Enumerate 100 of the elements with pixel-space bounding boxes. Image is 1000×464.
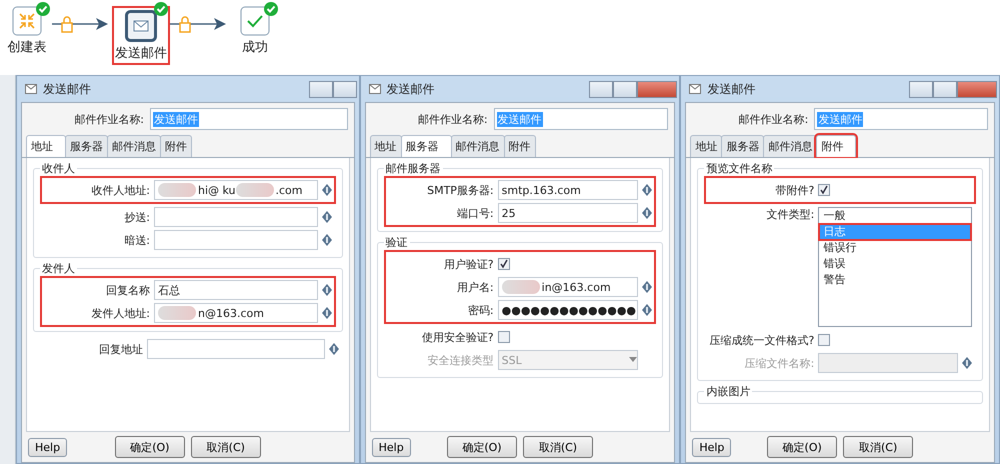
input-field[interactable]: 25 — [498, 203, 638, 223]
connector-arrow — [52, 18, 108, 30]
group-title: 发件人 — [40, 261, 77, 276]
dialog-button[interactable]: 取消(C) — [843, 436, 914, 458]
envelope-icon — [24, 84, 37, 94]
envelope-icon — [689, 84, 702, 94]
maximize-button[interactable] — [933, 80, 957, 98]
checkbox-label: 带附件? — [774, 182, 814, 198]
list-item[interactable]: 错误 — [819, 256, 971, 272]
variable-icon[interactable] — [328, 343, 339, 355]
dialog-button[interactable]: 确定(O) — [446, 436, 517, 458]
caret-icon — [629, 357, 638, 363]
envelope-icon[interactable] — [125, 10, 157, 42]
group-title: 验证 — [384, 235, 410, 250]
envelope-icon — [368, 84, 381, 94]
field-label: 抄送: — [123, 210, 150, 224]
file-type-list[interactable]: 一般 日志 错误行 错误 警告 — [818, 207, 972, 327]
help-button[interactable]: Help — [28, 438, 68, 456]
field-label: 回复名称 — [104, 282, 150, 298]
variable-icon[interactable] — [322, 184, 332, 196]
node-label: 创建表 — [8, 39, 46, 56]
tab[interactable]: 服务器 — [721, 135, 764, 157]
dialog-button[interactable]: 取消(C) — [522, 436, 593, 458]
variable-icon[interactable] — [322, 284, 332, 296]
input-field[interactable]: 石总 — [154, 280, 318, 300]
help-button[interactable]: Help — [372, 438, 411, 456]
list-item[interactable]: 一般 — [819, 208, 971, 224]
node-label: 发送邮件 — [115, 45, 167, 62]
checkbox[interactable] — [818, 184, 830, 196]
tab[interactable]: 附件 — [160, 135, 192, 157]
help-button[interactable]: Help — [692, 438, 732, 456]
tab[interactable]: 邮件消息 — [763, 135, 818, 157]
variable-icon[interactable] — [322, 234, 332, 246]
tab[interactable]: 地址 — [690, 135, 722, 157]
input-field[interactable]: n@163.com — [154, 303, 318, 323]
checkbox[interactable] — [498, 331, 510, 343]
list-item[interactable]: 错误行 — [819, 240, 971, 256]
input-field[interactable]: hi@ ku .com — [154, 180, 318, 200]
minimize-button[interactable] — [909, 80, 933, 98]
variable-icon[interactable] — [322, 211, 332, 223]
tab[interactable]: 邮件消息 — [450, 135, 505, 157]
variable-icon[interactable] — [642, 207, 652, 219]
field-label: 密码: — [466, 302, 494, 318]
input-field[interactable]: ●●●●●●●●●●●●●● — [498, 300, 638, 320]
input-field[interactable]: in@163.com — [498, 277, 638, 297]
close-button[interactable] — [637, 80, 678, 98]
minimize-button[interactable] — [589, 80, 614, 98]
field-label: 发件人地址: — [90, 306, 150, 320]
field-label: 收件人地址: — [90, 182, 150, 198]
group-title: 预览文件名称 — [704, 161, 774, 176]
field-label: 端口号: — [456, 206, 494, 220]
group-title: 内嵌图片 — [704, 384, 752, 399]
field-label: 压缩文件名称: — [744, 356, 814, 370]
field-label: 邮件作业名称: — [73, 112, 144, 126]
field-label: 邮件作业名称: — [738, 112, 808, 126]
node-label: 成功 — [242, 39, 268, 56]
input-field[interactable] — [154, 230, 318, 250]
list-item[interactable]: 警告 — [819, 272, 971, 288]
field-label: SMTP服务器: — [426, 182, 494, 198]
input-field[interactable] — [146, 339, 325, 359]
field-label: 暗送: — [123, 232, 150, 248]
variable-icon[interactable] — [642, 184, 652, 196]
dialog-button[interactable]: 确定(O) — [767, 436, 838, 458]
tab[interactable]: 附件 — [504, 135, 536, 157]
maximize-button[interactable] — [613, 80, 638, 98]
variable-icon[interactable] — [642, 304, 652, 316]
window-title: 发送邮件 — [707, 80, 756, 98]
maximize-button[interactable] — [332, 80, 357, 98]
minimize-button[interactable] — [308, 80, 333, 98]
tab[interactable]: 地址 — [26, 135, 66, 157]
field-label: 回复地址 — [98, 342, 143, 356]
dialog-button[interactable]: 确定(O) — [114, 436, 185, 458]
input-field[interactable]: smtp.163.com — [498, 180, 638, 200]
variable-icon[interactable] — [642, 281, 652, 293]
tab[interactable]: 服务器 — [400, 135, 452, 157]
checkbox[interactable] — [498, 258, 510, 270]
tab[interactable]: 附件 — [816, 135, 856, 157]
variable-icon[interactable] — [322, 307, 332, 319]
dialog-button[interactable]: 取消(C) — [190, 436, 261, 458]
variable-icon[interactable] — [962, 357, 972, 369]
checkbox[interactable] — [818, 334, 830, 346]
collapse-arrows-icon[interactable] — [12, 6, 42, 36]
field-label: 文件类型: — [766, 207, 814, 222]
lock-icon — [179, 16, 191, 33]
input-field[interactable] — [154, 207, 318, 227]
connector-arrow — [170, 18, 226, 30]
window-title: 发送邮件 — [386, 80, 435, 98]
field-label: 用户名: — [456, 280, 494, 294]
lock-icon — [61, 16, 73, 33]
group-title: 收件人 — [40, 161, 77, 176]
checkbox-label: 使用安全验证? — [420, 330, 494, 344]
checkmark-icon[interactable] — [240, 6, 270, 36]
checkbox-label: 压缩成统一文件格式? — [708, 332, 814, 348]
tab[interactable]: 邮件消息 — [106, 135, 161, 157]
window-title: 发送邮件 — [42, 80, 91, 98]
tab[interactable]: 地址 — [370, 135, 402, 157]
group-title: 邮件服务器 — [384, 161, 443, 176]
close-button[interactable] — [957, 80, 997, 98]
tab[interactable]: 服务器 — [64, 135, 108, 157]
field-label: 安全连接类型 — [426, 352, 494, 368]
